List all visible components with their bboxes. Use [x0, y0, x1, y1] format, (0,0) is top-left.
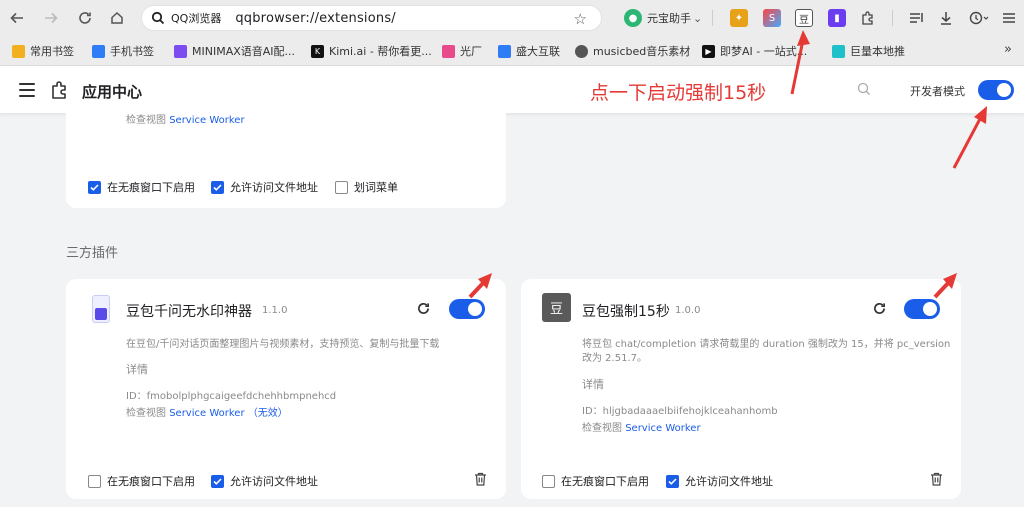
- annotation-arrows: [468, 30, 987, 299]
